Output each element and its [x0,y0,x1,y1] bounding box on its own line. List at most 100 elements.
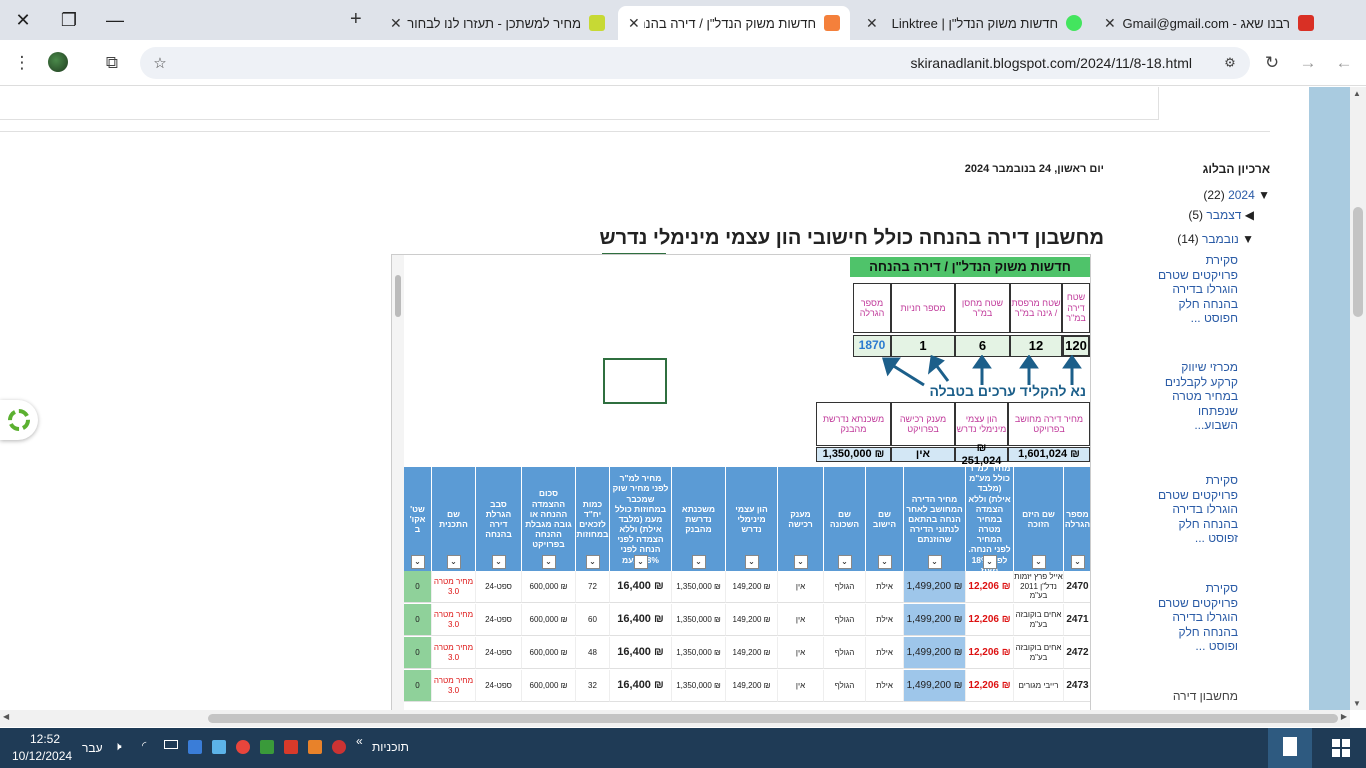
table-cell[interactable]: ספט-24 [476,670,522,702]
table-cell[interactable]: אין [778,637,824,669]
show-hidden-icons-icon[interactable]: « [356,734,363,748]
filter-dropdown-icon[interactable]: ⌄ [410,555,425,569]
table-cell[interactable]: 2473 [1064,670,1090,702]
table-cell[interactable]: ₪ 12,206 [966,571,1014,603]
filter-dropdown-icon[interactable]: ⌄ [793,555,808,569]
filter-dropdown-icon[interactable]: ⌄ [541,555,556,569]
vertical-scrollbar[interactable]: ▲ ▼ [1350,87,1366,710]
table-cell[interactable]: אחים בוקובזה בע"מ [1014,637,1064,669]
chrome-tray-icon[interactable] [236,740,250,754]
selected-empty-cell[interactable] [603,358,667,404]
tray-app-icon[interactable] [308,740,322,754]
table-cell[interactable]: הגולף [824,571,866,603]
filter-dropdown-icon[interactable]: ⌄ [491,555,506,569]
tab-gmail[interactable]: רבנו שאג - Gmail - Gmail@gmail.com ✕ [1094,6,1324,40]
archive-month-dec[interactable]: ◀ דצמבר (5) [1188,208,1254,222]
collapse-arrow-icon[interactable]: ▼ [1258,188,1270,202]
clock-time[interactable]: 12:52 [30,732,60,746]
tray-app-icon[interactable] [260,740,274,754]
table-cell[interactable]: ספט-24 [476,637,522,669]
table-cell[interactable]: 72 [576,571,610,603]
table-cell[interactable]: ₪ 16,400 [610,670,672,702]
table-cell[interactable]: 2470 [1064,571,1090,603]
minimize-window-button[interactable]: — [92,0,138,40]
table-cell[interactable]: ₪ 149,200 [726,604,778,636]
filter-dropdown-icon[interactable]: ⌄ [1031,555,1046,569]
site-settings-icon[interactable]: ⚙ [1218,51,1242,75]
table-cell[interactable]: אין [778,571,824,603]
table-cell[interactable]: מחיר מטרה 3.0 [432,604,476,636]
windows-start-button[interactable] [1332,739,1350,757]
filter-dropdown-icon[interactable]: ⌄ [837,555,852,569]
table-cell[interactable]: אילת [866,604,904,636]
menu-kebab-icon[interactable]: ⋮ [10,51,34,75]
tab-linktree[interactable]: חדשות משוק הנדל"ן | Linktree ✕ [856,6,1092,40]
table-cell[interactable]: ₪ 1,499,200 [904,604,966,636]
archive-post-link[interactable]: מחשבון דירה [1158,689,1238,704]
table-cell[interactable]: ₪ 12,206 [966,670,1014,702]
table-cell[interactable]: ₪ 600,000 [522,604,576,636]
table-cell[interactable]: הגולף [824,604,866,636]
table-cell[interactable]: ₪ 1,499,200 [904,637,966,669]
table-cell[interactable]: ₪ 1,350,000 [672,670,726,702]
table-cell[interactable]: אייל פרץ יזמות נדל"ן 2011 בע"מ [1014,571,1064,603]
url-text[interactable]: skiranadlanit.blogspot.com/2024/11/8-18.… [911,55,1192,71]
table-cell[interactable]: ₪ 1,350,000 [672,604,726,636]
input-lottery-number[interactable]: 1870 [853,335,891,357]
tray-app-icon[interactable] [212,740,226,754]
back-icon[interactable]: → [1296,51,1320,75]
table-cell[interactable]: ₪ 1,499,200 [904,571,966,603]
reload-icon[interactable]: ↻ [1260,51,1284,75]
horizontal-scrollbar[interactable]: ◀ ▶ [0,710,1350,727]
archive-post-link[interactable]: סקירת פרויקטים שטרם הוגרלו בדירה בהנחה ח… [1158,253,1238,326]
collapse-arrow-icon[interactable]: ▼ [1242,232,1254,246]
scroll-right-icon[interactable]: ▶ [1341,712,1347,721]
table-cell[interactable]: מחיר מטרה 3.0 [432,670,476,702]
table-cell[interactable]: ₪ 600,000 [522,670,576,702]
table-cell[interactable]: 0 [404,571,432,603]
filter-dropdown-icon[interactable]: ⌄ [633,555,648,569]
table-cell[interactable]: 2471 [1064,604,1090,636]
input-parking-count[interactable]: 1 [891,335,955,357]
filter-dropdown-icon[interactable]: ⌄ [446,555,461,569]
table-cell[interactable]: אין [778,604,824,636]
table-cell[interactable]: 2472 [1064,637,1090,669]
table-cell[interactable]: 0 [404,604,432,636]
taskbar-app-file-explorer[interactable] [1268,728,1312,768]
table-cell[interactable]: ₪ 600,000 [522,637,576,669]
embed-scroll-thumb[interactable] [395,275,401,317]
restore-window-button[interactable]: ❐ [46,0,92,40]
extensions-icon[interactable]: ⧉ [100,51,124,75]
filter-dropdown-icon[interactable]: ⌄ [1070,555,1085,569]
filter-dropdown-icon[interactable]: ⌄ [744,555,759,569]
archive-month-link[interactable]: דצמבר [1206,208,1241,222]
address-bar[interactable]: ☆ skiranadlanit.blogspot.com/2024/11/8-1… [140,47,1250,79]
spreadsheet-embed[interactable]: חדשות משוק הנדל"ן / דירה בהנחה שטח דירה … [391,254,1091,710]
table-cell[interactable]: ₪ 149,200 [726,571,778,603]
new-tab-button[interactable]: + [350,8,362,31]
filter-dropdown-icon[interactable]: ⌄ [927,555,942,569]
table-cell[interactable]: 48 [576,637,610,669]
table-cell[interactable]: ₪ 149,200 [726,637,778,669]
input-apartment-area[interactable]: 120 [1062,335,1090,357]
archive-post-link[interactable]: סקירת פרויקטים שטרם הוגרלו בדירה בהנחה ח… [1158,473,1238,546]
post-title[interactable]: מחשבון דירה בהנחה כולל חישובי הון עצמי מ… [599,227,1104,250]
horizontal-scroll-thumb[interactable] [208,714,1338,723]
table-cell[interactable]: אילת [866,637,904,669]
table-cell[interactable]: ₪ 16,400 [610,604,672,636]
close-icon[interactable]: ✕ [866,15,882,32]
table-cell[interactable]: מחיר מטרה 3.0 [432,637,476,669]
table-cell[interactable]: אין [778,670,824,702]
close-icon[interactable]: ✕ [390,15,406,32]
table-cell[interactable]: ₪ 149,200 [726,670,778,702]
archive-post-link[interactable]: סקירת פרויקטים שטרם הוגרלו בדירה בהנחה ח… [1158,581,1238,654]
vertical-scroll-thumb[interactable] [1353,207,1363,317]
table-cell[interactable]: ספט-24 [476,571,522,603]
table-cell[interactable]: מחיר מטרה 3.0 [432,571,476,603]
forward-icon[interactable]: ← [1332,51,1356,75]
tray-app-icon[interactable] [332,740,346,754]
tab-mechir-lamishtaken[interactable]: מחיר למשתכן - תעזרו לנו לבחור ✕ [380,6,615,40]
filter-dropdown-icon[interactable]: ⌄ [982,555,997,569]
profile-avatar[interactable] [48,52,68,72]
archive-year-link[interactable]: 2024 [1228,188,1255,202]
